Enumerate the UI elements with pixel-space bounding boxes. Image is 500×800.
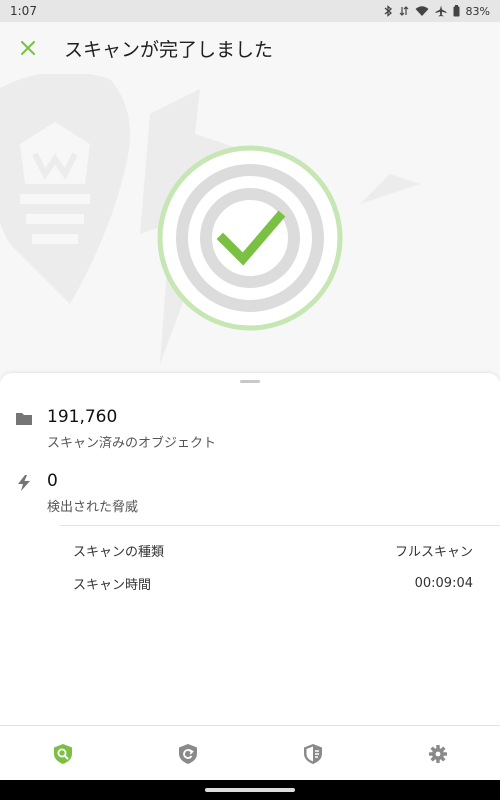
close-button[interactable] [0, 22, 56, 74]
security-shield-icon [303, 743, 322, 764]
threats-label: 検出された脅威 [47, 500, 139, 515]
scanned-objects-count: 191,760 [47, 407, 118, 427]
bottom-navigation [0, 725, 500, 781]
settings-gear-icon [428, 744, 447, 763]
scanner-icon [53, 743, 72, 764]
update-icon [178, 743, 197, 764]
data-saver-icon [399, 6, 408, 16]
bluetooth-icon [384, 5, 392, 17]
wifi-icon [415, 6, 429, 16]
nav-scanner[interactable] [0, 726, 125, 781]
lightning-icon [18, 475, 30, 491]
system-navigation-bar [0, 780, 500, 800]
airplane-icon [435, 5, 447, 17]
threats-stat: 0 検出された脅威 [0, 471, 500, 519]
scan-time-value: 00:09:04 [414, 575, 473, 591]
app-bar: スキャンが完了しました [0, 22, 500, 74]
close-icon [21, 41, 35, 55]
status-icons: 83% [383, 5, 490, 18]
threats-count: 0 [47, 471, 58, 491]
scan-type-label: スキャンの種類 [73, 544, 165, 560]
scan-complete-hero [0, 74, 500, 374]
folder-icon [16, 413, 32, 425]
nav-settings[interactable] [375, 726, 500, 781]
results-sheet: 191,760 スキャン済みのオブジェクト 0 検出された脅威 スキャンの種類 … [0, 373, 500, 725]
scanned-objects-stat: 191,760 スキャン済みのオブジェクト [0, 407, 500, 455]
nav-update[interactable] [125, 726, 250, 781]
scan-time-label: スキャン時間 [73, 577, 152, 593]
page-title: スキャンが完了しました [64, 38, 274, 61]
home-gesture-handle[interactable] [205, 788, 295, 792]
status-bar: 1:07 83% [0, 0, 500, 22]
status-time: 1:07 [10, 4, 37, 18]
nav-security[interactable] [250, 726, 375, 781]
detail-row-scan-time: スキャン時間 00:09:04 [73, 573, 473, 593]
detail-row-scan-type: スキャンの種類 フルスキャン [73, 540, 473, 560]
scanned-objects-label: スキャン済みのオブジェクト [47, 436, 217, 451]
scan-type-value: フルスキャン [394, 544, 473, 560]
scan-result-badge [157, 145, 343, 331]
drag-handle[interactable] [240, 380, 260, 383]
battery-icon [453, 5, 460, 17]
divider [60, 525, 500, 526]
battery-percent: 83% [465, 4, 490, 18]
